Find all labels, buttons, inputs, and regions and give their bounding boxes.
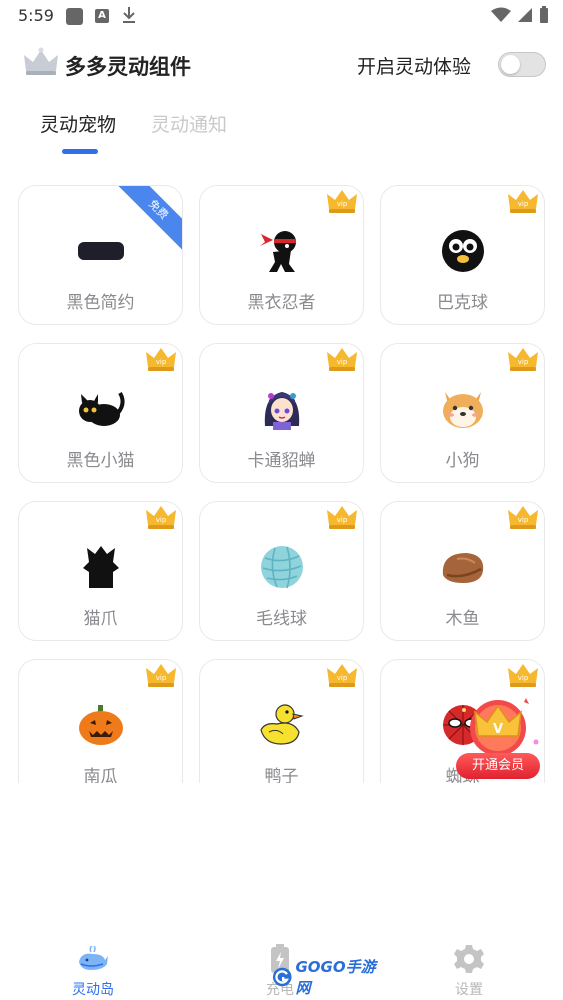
svg-text:vip: vip (518, 200, 529, 208)
card-label: 小狗 (445, 451, 480, 471)
card-label: 猫爪 (83, 609, 118, 629)
whale-icon (79, 946, 108, 970)
watermark: GOGO手游网 (272, 958, 384, 997)
svg-text:V: V (493, 722, 503, 737)
vip-crown-icon: vip (146, 506, 176, 529)
svg-text:vip: vip (337, 516, 348, 524)
shiba-dog-icon (442, 392, 483, 428)
card-ninja[interactable]: vip 黑衣忍者 (199, 185, 364, 325)
card-black-cat[interactable]: vip 黑色小猫 (18, 343, 183, 483)
vip-badge-icon: V (462, 698, 539, 756)
vip-crown-icon: vip (327, 506, 357, 529)
bucky-ball-icon (441, 230, 484, 272)
watermark-text: GOGO手游网 (295, 958, 376, 997)
card-label: 黑衣忍者 (247, 293, 316, 313)
vip-crown-icon: vip (146, 348, 176, 371)
card-label: 木鱼 (445, 609, 480, 629)
vip-crown-icon: vip (327, 190, 357, 213)
app-header: 多多灵动组件 开启灵动体验 (0, 40, 563, 90)
nav-item-label: 设置 (455, 982, 483, 998)
card-label: 巴克球 (437, 293, 488, 313)
card-label: 黑色小猫 (66, 451, 135, 471)
signal-icon (518, 8, 532, 22)
vip-crown-icon: vip (508, 190, 538, 213)
status-bar: 5:59 A (0, 0, 563, 32)
battery-status-icon (540, 6, 548, 23)
tab-bar: 灵动宠物 灵动通知 (0, 108, 563, 158)
gear-icon (454, 945, 484, 973)
notification-a-icon: A (95, 9, 109, 23)
vip-open-label: 开通会员 (456, 753, 540, 779)
yarn-ball-icon (260, 546, 303, 589)
svg-text:vip: vip (337, 200, 348, 208)
toggle-knob (501, 55, 520, 74)
vip-crown-icon: vip (327, 664, 357, 687)
black-cat-icon (78, 391, 125, 426)
card-label: 南瓜 (83, 767, 118, 783)
card-cartoon-diaochan[interactable]: vip 卡通貂蝉 (199, 343, 364, 483)
watermark-logo-icon (272, 967, 292, 987)
pumpkin-icon (78, 705, 123, 745)
vip-crown-icon: vip (327, 348, 357, 371)
crown-logo-icon (24, 47, 58, 75)
ninja-icon (259, 231, 296, 272)
card-wooden-fish[interactable]: vip 木鱼 (380, 501, 545, 641)
wooden-fish-icon (442, 553, 483, 583)
vip-float-button[interactable]: V 开通会员 (456, 690, 542, 780)
svg-text:vip: vip (337, 674, 348, 682)
svg-text:vip: vip (518, 358, 529, 366)
svg-text:vip: vip (518, 516, 529, 524)
card-duck[interactable]: vip 鸭子 (199, 659, 364, 783)
svg-text:vip: vip (156, 674, 167, 682)
page-title: 多多灵动组件 (65, 55, 191, 79)
card-yarn-ball[interactable]: vip 毛线球 (199, 501, 364, 641)
svg-text:vip: vip (518, 674, 529, 682)
card-puppy[interactable]: vip 小狗 (380, 343, 545, 483)
tab-notifications[interactable]: 灵动通知 (151, 110, 227, 137)
vip-crown-icon: vip (146, 664, 176, 687)
wifi-icon (491, 7, 511, 22)
card-label: 卡通貂蝉 (247, 451, 316, 471)
vip-crown-icon: vip (508, 506, 538, 529)
nav-item-settings[interactable]: 设置 (429, 943, 509, 999)
duck-icon (259, 704, 304, 745)
tab-indicator (62, 149, 98, 154)
card-label: 鸭子 (264, 767, 299, 783)
svg-text:vip: vip (156, 358, 167, 366)
experience-toggle[interactable] (498, 52, 546, 77)
toggle-label: 开启灵动体验 (357, 56, 472, 78)
cartoon-girl-icon (264, 392, 299, 430)
svg-text:vip: vip (156, 516, 167, 524)
card-black-simple[interactable]: 免费 黑色简约 (18, 185, 183, 325)
vip-crown-icon: vip (508, 664, 538, 687)
nav-item-label: 灵动岛 (72, 982, 114, 998)
card-bucky-ball[interactable]: vip 巴克球 (380, 185, 545, 325)
download-icon (123, 7, 135, 23)
tab-pets[interactable]: 灵动宠物 (40, 110, 116, 137)
card-label: 黑色简约 (66, 293, 135, 313)
black-pill-icon (77, 242, 124, 260)
notification-square-icon (66, 8, 83, 25)
nav-item-island[interactable]: 灵动岛 (53, 943, 133, 999)
card-label: 毛线球 (256, 609, 307, 629)
svg-text:vip: vip (337, 358, 348, 366)
card-pumpkin[interactable]: vip 南瓜 (18, 659, 183, 783)
status-time: 5:59 (18, 6, 54, 25)
card-cat-paw[interactable]: vip 猫爪 (18, 501, 183, 641)
vip-crown-icon: vip (508, 348, 538, 371)
cat-paw-icon (82, 546, 119, 588)
